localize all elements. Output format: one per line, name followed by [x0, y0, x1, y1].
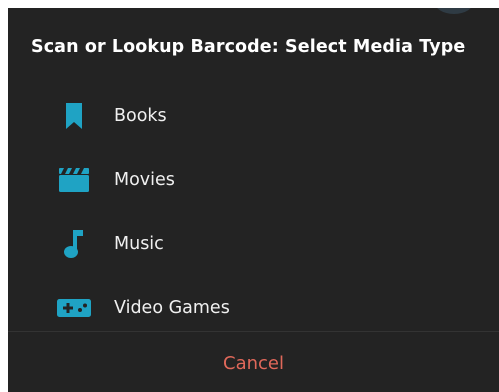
media-option-label: Video Games: [114, 298, 230, 318]
media-option-books[interactable]: Books: [8, 86, 499, 146]
media-option-label: Books: [114, 106, 167, 126]
media-type-dialog: Scan or Lookup Barcode: Select Media Typ…: [8, 8, 499, 392]
media-option-label: Movies: [114, 170, 175, 190]
cancel-button[interactable]: Cancel: [8, 338, 499, 388]
background-fab-edge: [434, 8, 474, 14]
bookmark-icon: [56, 101, 92, 131]
dialog-title: Scan or Lookup Barcode: Select Media Typ…: [31, 37, 466, 57]
gamepad-icon: [56, 293, 92, 323]
media-option-movies[interactable]: Movies: [8, 150, 499, 210]
actions-divider: [8, 331, 499, 332]
media-option-label: Music: [114, 234, 164, 254]
media-option-video-games[interactable]: Video Games: [8, 278, 499, 338]
music-note-icon: [56, 229, 92, 259]
media-option-music[interactable]: Music: [8, 214, 499, 274]
clapperboard-icon: [56, 165, 92, 195]
